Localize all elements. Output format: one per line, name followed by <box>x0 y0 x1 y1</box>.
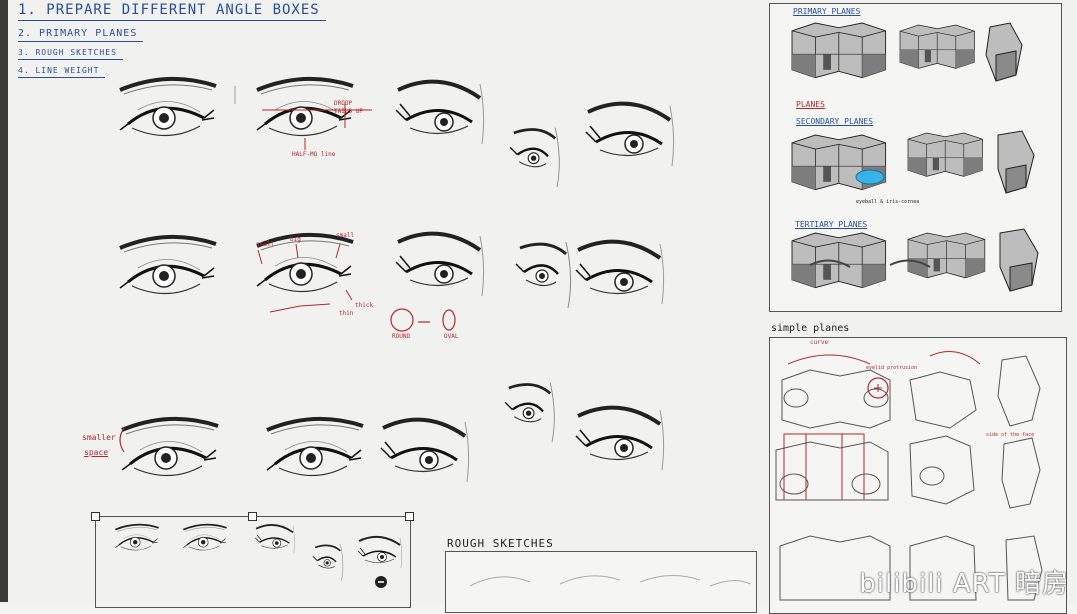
label-simple-planes: simple planes <box>771 323 850 334</box>
selection-handle-top-left[interactable] <box>91 512 100 521</box>
annotation-small-left: small <box>256 241 275 248</box>
rough-sketches-title: ROUGH SKETCHES <box>447 537 554 550</box>
annotation-thin: thin <box>339 310 354 317</box>
annotation-space: space <box>84 448 109 457</box>
annotation-big: big <box>290 236 301 243</box>
annotation-smaller: smaller <box>82 433 116 442</box>
annotation-half-mo-line: HALF-MO line <box>292 151 336 158</box>
selection-thumbnail-sketches <box>114 523 403 582</box>
selection-handle-top-right[interactable] <box>405 512 414 521</box>
selection-handle-top-middle[interactable] <box>248 512 257 521</box>
annotation-thick: thick <box>355 302 374 309</box>
eye-sketches <box>118 76 676 484</box>
watermark: bilibili ART 暗房 <box>859 569 1069 599</box>
annotation-droop: DROOP <box>334 100 353 107</box>
plane-models <box>791 22 1039 292</box>
annotation-small-right: small <box>336 232 355 239</box>
annotation-tails-up: TAILS UP <box>334 108 363 115</box>
annotation-round: ROUND <box>392 333 411 340</box>
annotation-oval: OVAL <box>444 333 459 340</box>
rough-sketch-lines <box>469 575 751 587</box>
zoom-out-icon[interactable] <box>374 575 388 589</box>
